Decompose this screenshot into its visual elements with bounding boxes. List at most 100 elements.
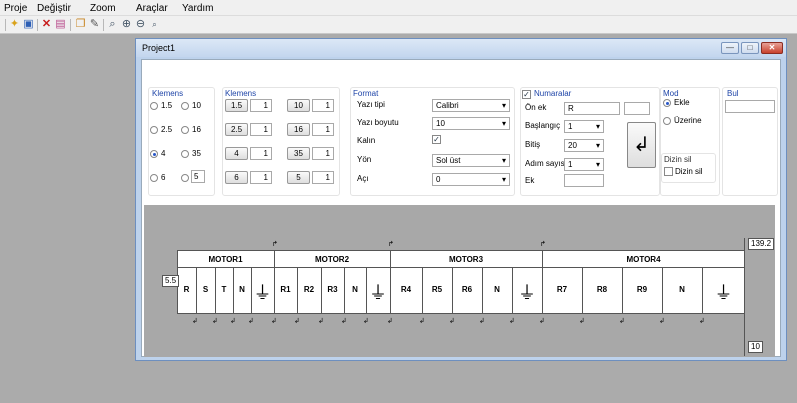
suffix-input[interactable] bbox=[564, 174, 604, 187]
start-label: Başlangıç bbox=[525, 121, 561, 130]
radio-ekle[interactable] bbox=[663, 99, 671, 107]
minimize-button[interactable]: — bbox=[721, 42, 739, 54]
end-dropdown[interactable]: 20 bbox=[564, 139, 604, 152]
zoom-fit-icon[interactable]: ⌕ bbox=[106, 18, 119, 31]
new-icon[interactable]: ✦ bbox=[8, 18, 21, 31]
menu-proje[interactable]: Proje bbox=[4, 3, 27, 14]
maximize-button[interactable]: □ bbox=[741, 42, 759, 54]
save-icon[interactable]: ▣ bbox=[22, 18, 35, 31]
numbering-checkbox[interactable]: ✓ bbox=[522, 90, 531, 99]
radio-16[interactable] bbox=[181, 126, 189, 134]
size-dropdown[interactable]: 10 bbox=[432, 117, 510, 130]
btn-35[interactable]: 35 bbox=[287, 147, 310, 160]
radio-6[interactable] bbox=[150, 174, 158, 182]
bold-checkbox[interactable]: ✓ bbox=[432, 135, 441, 144]
qty-2-5[interactable]: 1 bbox=[250, 123, 272, 136]
start-dropdown[interactable]: 1 bbox=[564, 120, 604, 133]
btn-4[interactable]: 4 bbox=[225, 147, 248, 160]
radio-4[interactable] bbox=[150, 150, 158, 158]
prefix-label: Ön ek bbox=[525, 103, 547, 112]
terminal-R1[interactable]: R1 bbox=[274, 285, 297, 294]
angle-dropdown[interactable]: 0 bbox=[432, 173, 510, 186]
radio-custom[interactable] bbox=[181, 174, 189, 182]
zoom-out-icon[interactable]: ⊖ bbox=[134, 18, 147, 31]
radio-1-5[interactable] bbox=[150, 102, 158, 110]
brush-icon[interactable]: ✎ bbox=[88, 18, 101, 31]
btn-10[interactable]: 10 bbox=[287, 99, 310, 112]
font-dropdown[interactable]: Calibri bbox=[432, 99, 510, 112]
ground-icon[interactable]: ⏚ bbox=[702, 279, 745, 305]
motor3-label: MOTOR3 bbox=[448, 255, 484, 264]
radio-35[interactable] bbox=[181, 150, 189, 158]
menu-degistir[interactable]: Değiştir bbox=[37, 3, 71, 14]
terminal-R7[interactable]: R7 bbox=[542, 285, 582, 294]
close-button[interactable]: ✕ bbox=[761, 42, 783, 54]
menu-yardim[interactable]: Yardım bbox=[182, 3, 214, 14]
qty-16[interactable]: 1 bbox=[312, 123, 334, 136]
numbering-title: Numaralar bbox=[534, 89, 572, 98]
qty-1-5[interactable]: 1 bbox=[250, 99, 272, 112]
terminal-R2[interactable]: R2 bbox=[297, 285, 321, 294]
terminal-R3[interactable]: R3 bbox=[321, 285, 344, 294]
delete-icon[interactable]: ✕ bbox=[40, 18, 53, 31]
delete-index-checkbox[interactable] bbox=[664, 167, 673, 176]
radio-2-5[interactable] bbox=[150, 126, 158, 134]
qty-10[interactable]: 1 bbox=[312, 99, 334, 112]
terminal-R[interactable]: R bbox=[177, 285, 196, 294]
window-title: Project1 bbox=[142, 43, 176, 53]
bold-label: Kalın bbox=[357, 136, 376, 145]
copy-icon[interactable]: ❐ bbox=[74, 18, 87, 31]
terminal-N3[interactable]: N bbox=[482, 285, 512, 294]
qty-6[interactable]: 1 bbox=[250, 171, 272, 184]
radio-10[interactable] bbox=[181, 102, 189, 110]
btn-6[interactable]: 6 bbox=[225, 171, 248, 184]
qty-5[interactable]: 1 bbox=[312, 171, 334, 184]
terminal-R8[interactable]: R8 bbox=[582, 285, 622, 294]
menu-araclar[interactable]: Araçlar bbox=[136, 3, 168, 14]
btn-1-5[interactable]: 1.5 bbox=[225, 99, 248, 112]
qty-35[interactable]: 1 bbox=[312, 147, 334, 160]
terminal-R9[interactable]: R9 bbox=[622, 285, 662, 294]
terminal-T[interactable]: T bbox=[215, 285, 233, 294]
window-content: Klemens 1.5 10 2.5 16 4 35 6 5 Klemens 1… bbox=[141, 59, 781, 357]
radio-16-label: 16 bbox=[192, 125, 201, 134]
connector-arrow-icon: ↲ bbox=[699, 318, 705, 325]
custom-size-input[interactable]: 5 bbox=[191, 170, 205, 183]
prefix-extra-input[interactable] bbox=[624, 102, 650, 115]
zoom-small-icon[interactable]: ⌕ bbox=[148, 18, 161, 31]
btn-5[interactable]: 5 bbox=[287, 171, 310, 184]
terminal-S[interactable]: S bbox=[196, 285, 215, 294]
direction-dropdown[interactable]: Sol üst bbox=[432, 154, 510, 167]
btn-16[interactable]: 16 bbox=[287, 123, 310, 136]
terminal-R4[interactable]: R4 bbox=[390, 285, 422, 294]
qty-4[interactable]: 1 bbox=[250, 147, 272, 160]
terminal-diagram-canvas[interactable]: MOTOR1 MOTOR2 MOTOR3 MOTOR4 R S T N ⏚ R1… bbox=[144, 205, 775, 357]
terminal-N1[interactable]: N bbox=[233, 285, 251, 294]
connector-arrow-icon: ↲ bbox=[341, 318, 347, 325]
terminal-N4[interactable]: N bbox=[662, 285, 702, 294]
apply-numbering-button[interactable]: ↲ bbox=[627, 122, 656, 168]
connector-arrow-icon: ↲ bbox=[539, 318, 545, 325]
terminal-N2[interactable]: N bbox=[344, 285, 366, 294]
btn-2-5[interactable]: 2.5 bbox=[225, 123, 248, 136]
step-dropdown[interactable]: 1 bbox=[564, 158, 604, 171]
radio-uzerine[interactable] bbox=[663, 117, 671, 125]
ground-icon[interactable]: ⏚ bbox=[512, 279, 542, 305]
prefix-input[interactable]: R bbox=[564, 102, 620, 115]
search-title: Bul bbox=[727, 89, 739, 98]
radio-uzerine-label: Üzerine bbox=[674, 116, 702, 125]
ground-icon[interactable]: ⏚ bbox=[251, 279, 274, 305]
return-arrow-icon: ↲ bbox=[633, 134, 650, 156]
export-icon[interactable]: ▤ bbox=[54, 18, 67, 31]
terminal-R6[interactable]: R6 bbox=[452, 285, 482, 294]
radio-6-label: 6 bbox=[161, 173, 166, 182]
connector-arrow-icon: ↱ bbox=[388, 241, 394, 248]
zoom-in-icon[interactable]: ⊕ bbox=[120, 18, 133, 31]
connector-arrow-icon: ↲ bbox=[579, 318, 585, 325]
menu-zoom[interactable]: Zoom bbox=[90, 3, 116, 14]
size-label: Yazı boyutu bbox=[357, 118, 399, 127]
ground-icon[interactable]: ⏚ bbox=[366, 279, 390, 305]
terminal-R5[interactable]: R5 bbox=[422, 285, 452, 294]
radio-1-5-label: 1.5 bbox=[161, 101, 173, 110]
search-input[interactable] bbox=[725, 100, 775, 113]
